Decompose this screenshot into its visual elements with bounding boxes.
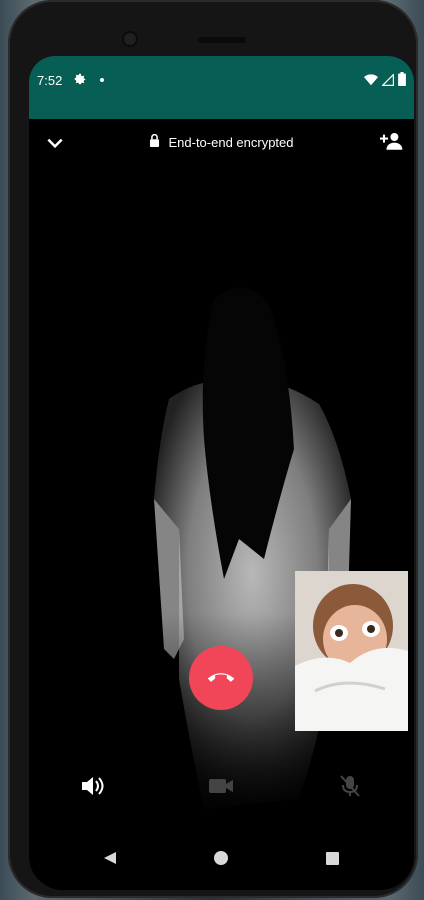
earpiece-speaker — [198, 37, 246, 43]
speaker-icon — [82, 777, 104, 795]
self-view-image — [295, 571, 408, 731]
call-header: End-to-end encrypted — [29, 119, 414, 167]
lock-icon — [149, 133, 160, 150]
encryption-label: End-to-end encrypted — [168, 134, 294, 150]
encryption-indicator: End-to-end encrypted — [29, 133, 414, 150]
end-call-icon — [206, 669, 236, 688]
self-view-video[interactable] — [295, 571, 408, 731]
end-call-button[interactable] — [189, 646, 253, 710]
mute-button[interactable] — [332, 768, 368, 804]
phone-screen: 7:52 End-to-end encrypted — [29, 56, 414, 890]
settings-icon — [73, 72, 87, 91]
back-icon[interactable] — [98, 846, 122, 870]
video-icon — [209, 779, 233, 793]
mic-off-icon — [340, 775, 360, 797]
battery-icon — [398, 72, 406, 91]
add-person-icon[interactable] — [380, 131, 404, 156]
video-toggle-button[interactable] — [203, 768, 239, 804]
notification-dot — [100, 78, 104, 82]
front-camera — [124, 33, 136, 45]
signal-icon — [381, 72, 394, 91]
status-icons — [364, 72, 406, 91]
call-controls — [29, 768, 414, 808]
phone-frame: 7:52 End-to-end encrypted — [8, 0, 418, 898]
status-time: 7:52 — [37, 73, 63, 88]
navigation-bar — [29, 824, 414, 890]
recents-icon[interactable] — [320, 846, 344, 870]
home-icon[interactable] — [209, 846, 233, 870]
status-bar: 7:52 — [29, 56, 414, 119]
wifi-icon — [364, 73, 378, 91]
speaker-button[interactable] — [75, 768, 111, 804]
